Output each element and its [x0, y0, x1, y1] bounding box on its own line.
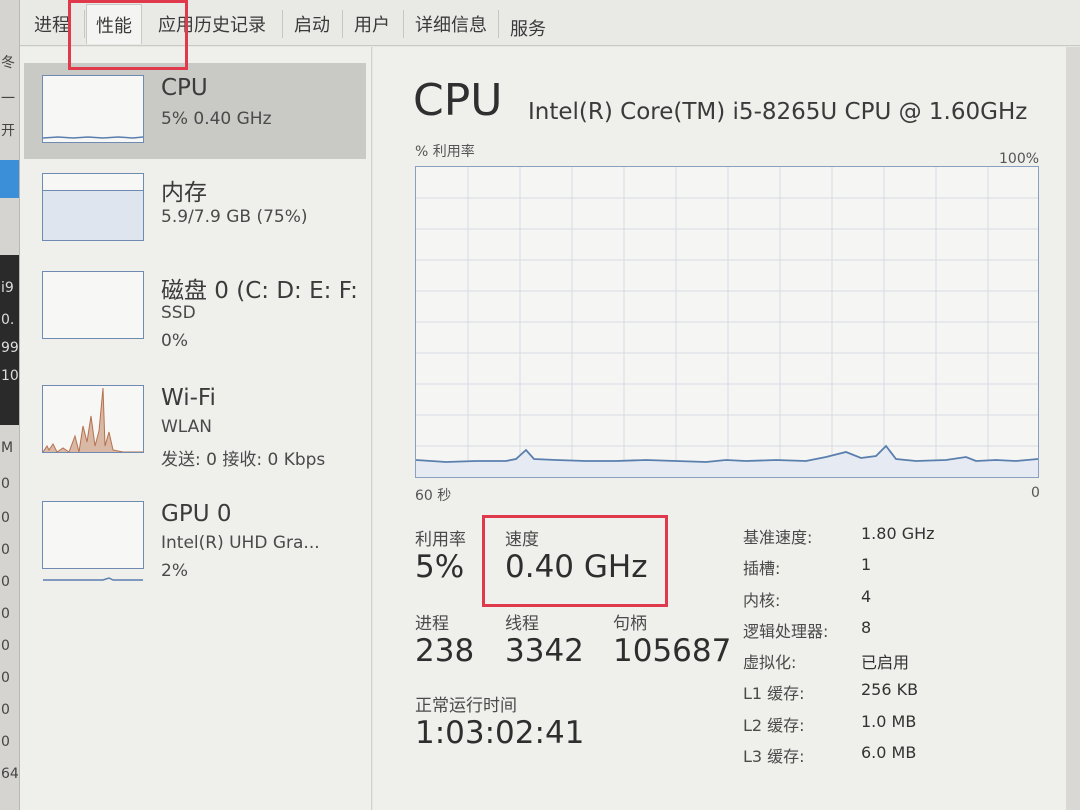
sidebar-item-title: Wi-Fi [161, 385, 216, 411]
detail-key: L1 缓存: [743, 684, 805, 703]
disk-mini-graph [42, 271, 144, 339]
edge-text: i9 [1, 280, 14, 296]
detail-value: 1.80 GHz [861, 524, 935, 543]
edge-text: 0 [1, 734, 10, 750]
graph-y-max-label: 100% [999, 151, 1040, 167]
cpu-mini-graph [42, 75, 144, 143]
tab-processes[interactable]: 进程 [26, 6, 78, 42]
wifi-mini-graph [42, 385, 144, 453]
memory-mini-graph [42, 173, 144, 241]
speed-label: 速度 [505, 530, 539, 550]
tab-divider [84, 10, 85, 38]
processes-label: 进程 [415, 614, 449, 634]
edge-text: 0 [1, 638, 10, 654]
edge-blue-block [0, 160, 19, 198]
edge-text: 0 [1, 574, 10, 590]
edge-text: 0 [1, 702, 10, 718]
sidebar-item-disk[interactable]: 磁盘 0 (C: D: E: F: SSD 0% [24, 259, 366, 355]
tab-divider [342, 10, 343, 38]
graph-y-label: % 利用率 [415, 144, 475, 160]
detail-key: 虚拟化: [743, 653, 797, 672]
sidebar-item-wifi[interactable]: Wi-Fi WLAN 发送: 0 接收: 0 Kbps [24, 373, 366, 470]
utilization-value: 5% [415, 549, 465, 585]
uptime-value: 1:03:02:41 [415, 715, 585, 751]
sidebar-item-title: CPU [161, 75, 208, 101]
detail-key: 基准速度: [743, 528, 813, 547]
sidebar-item-title: GPU 0 [161, 501, 232, 527]
detail-key: L2 缓存: [743, 716, 805, 735]
sidebar-item-title: 磁盘 0 (C: D: E: F: [161, 278, 358, 304]
edge-text: 一 [1, 91, 15, 107]
utilization-label: 利用率 [415, 530, 466, 550]
memory-fill [43, 190, 143, 240]
edge-text: 开 [1, 123, 15, 139]
edge-text: M [1, 440, 14, 456]
sidebar-item-memory[interactable]: 内存 5.9/7.9 GB (75%) [24, 161, 366, 257]
edge-text: 0 [1, 510, 10, 526]
edge-text: 0 [1, 606, 10, 622]
detail-value: 已启用 [861, 653, 910, 672]
detail-key: 逻辑处理器: [743, 622, 829, 641]
edge-text: 99 [1, 340, 19, 356]
speed-value: 0.40 GHz [505, 549, 648, 585]
sidebar-item-cpu[interactable]: CPU 5% 0.40 GHz [24, 63, 366, 159]
edge-text: 10 [1, 368, 19, 384]
threads-label: 线程 [505, 614, 539, 634]
detail-value: 1 [861, 555, 872, 574]
sidebar-item-title: 内存 [161, 180, 207, 206]
tab-divider [498, 10, 499, 38]
tab-services[interactable]: 服务 [502, 10, 554, 46]
cpu-utilization-graph [415, 166, 1039, 478]
sidebar-item-detail: 0% [161, 331, 188, 351]
sidebar-item-detail: 2% [161, 561, 188, 581]
threads-value: 3342 [505, 633, 584, 669]
detail-key: 内核: [743, 591, 781, 610]
resource-sidebar: CPU 5% 0.40 GHz 内存 5.9/7.9 GB (75%) 磁盘 0… [20, 47, 372, 810]
detail-value: 256 KB [861, 680, 919, 699]
processes-value: 238 [415, 633, 475, 669]
sidebar-item-detail: SSD [161, 303, 196, 323]
edge-text: 冬 [1, 55, 15, 71]
gpu-mini-graph [42, 501, 144, 581]
graph-x-right-label: 0 [1031, 485, 1040, 501]
edge-text: 0 [1, 476, 10, 492]
sidebar-item-detail: WLAN [161, 417, 213, 437]
wifi-mini-graph-bars [42, 387, 143, 453]
tab-divider [403, 10, 404, 38]
edge-text: 0. [1, 312, 15, 328]
sidebar-item-detail: Intel(R) UHD Gra... [161, 533, 320, 553]
gpu-mini-graph-line [43, 577, 143, 581]
handles-label: 句柄 [613, 614, 647, 634]
background-window-edge: 冬 一 开 i9 0. 99 10 M 0 0 0 0 0 0 0 0 0 64 [0, 0, 20, 810]
tab-app-history[interactable]: 应用历史记录 [148, 6, 276, 42]
detail-value: 4 [861, 587, 872, 606]
detail-key: 插槽: [743, 559, 781, 578]
sidebar-item-detail: 5% 0.40 GHz [161, 109, 272, 129]
sidebar-item-detail: 发送: 0 接收: 0 Kbps [161, 450, 326, 470]
tab-divider [282, 10, 283, 38]
performance-detail-panel: CPU Intel(R) Core(TM) i5-8265U CPU @ 1.6… [373, 47, 1080, 810]
edge-text: 0 [1, 542, 10, 558]
tab-users[interactable]: 用户 [346, 6, 398, 42]
window-right-edge [1066, 47, 1080, 810]
detail-value: 1.0 MB [861, 712, 917, 731]
cpu-mini-graph-line [42, 136, 144, 139]
detail-key: L3 缓存: [743, 747, 805, 766]
edge-text: 64 [1, 766, 19, 782]
edge-text: 0 [1, 670, 10, 686]
uptime-label: 正常运行时间 [415, 696, 517, 716]
tab-startup[interactable]: 启动 [286, 6, 338, 42]
cpu-graph-svg [415, 167, 1039, 477]
tab-performance[interactable]: 性能 [86, 4, 142, 44]
detail-value: 6.0 MB [861, 743, 917, 762]
tab-details[interactable]: 详细信息 [407, 6, 495, 42]
graph-x-left-label: 60 秒 [415, 488, 452, 504]
detail-value: 8 [861, 618, 872, 637]
tab-bar: 进程 性能 应用历史记录 启动 用户 详细信息 服务 [20, 0, 1080, 46]
sidebar-item-detail: 5.9/7.9 GB (75%) [161, 207, 308, 227]
sidebar-item-gpu[interactable]: GPU 0 Intel(R) UHD Gra... 2% [24, 489, 366, 585]
page-title: CPU [413, 75, 503, 126]
handles-value: 105687 [613, 633, 732, 669]
cpu-model-name: Intel(R) Core(TM) i5-8265U CPU @ 1.60GHz [528, 99, 1028, 125]
